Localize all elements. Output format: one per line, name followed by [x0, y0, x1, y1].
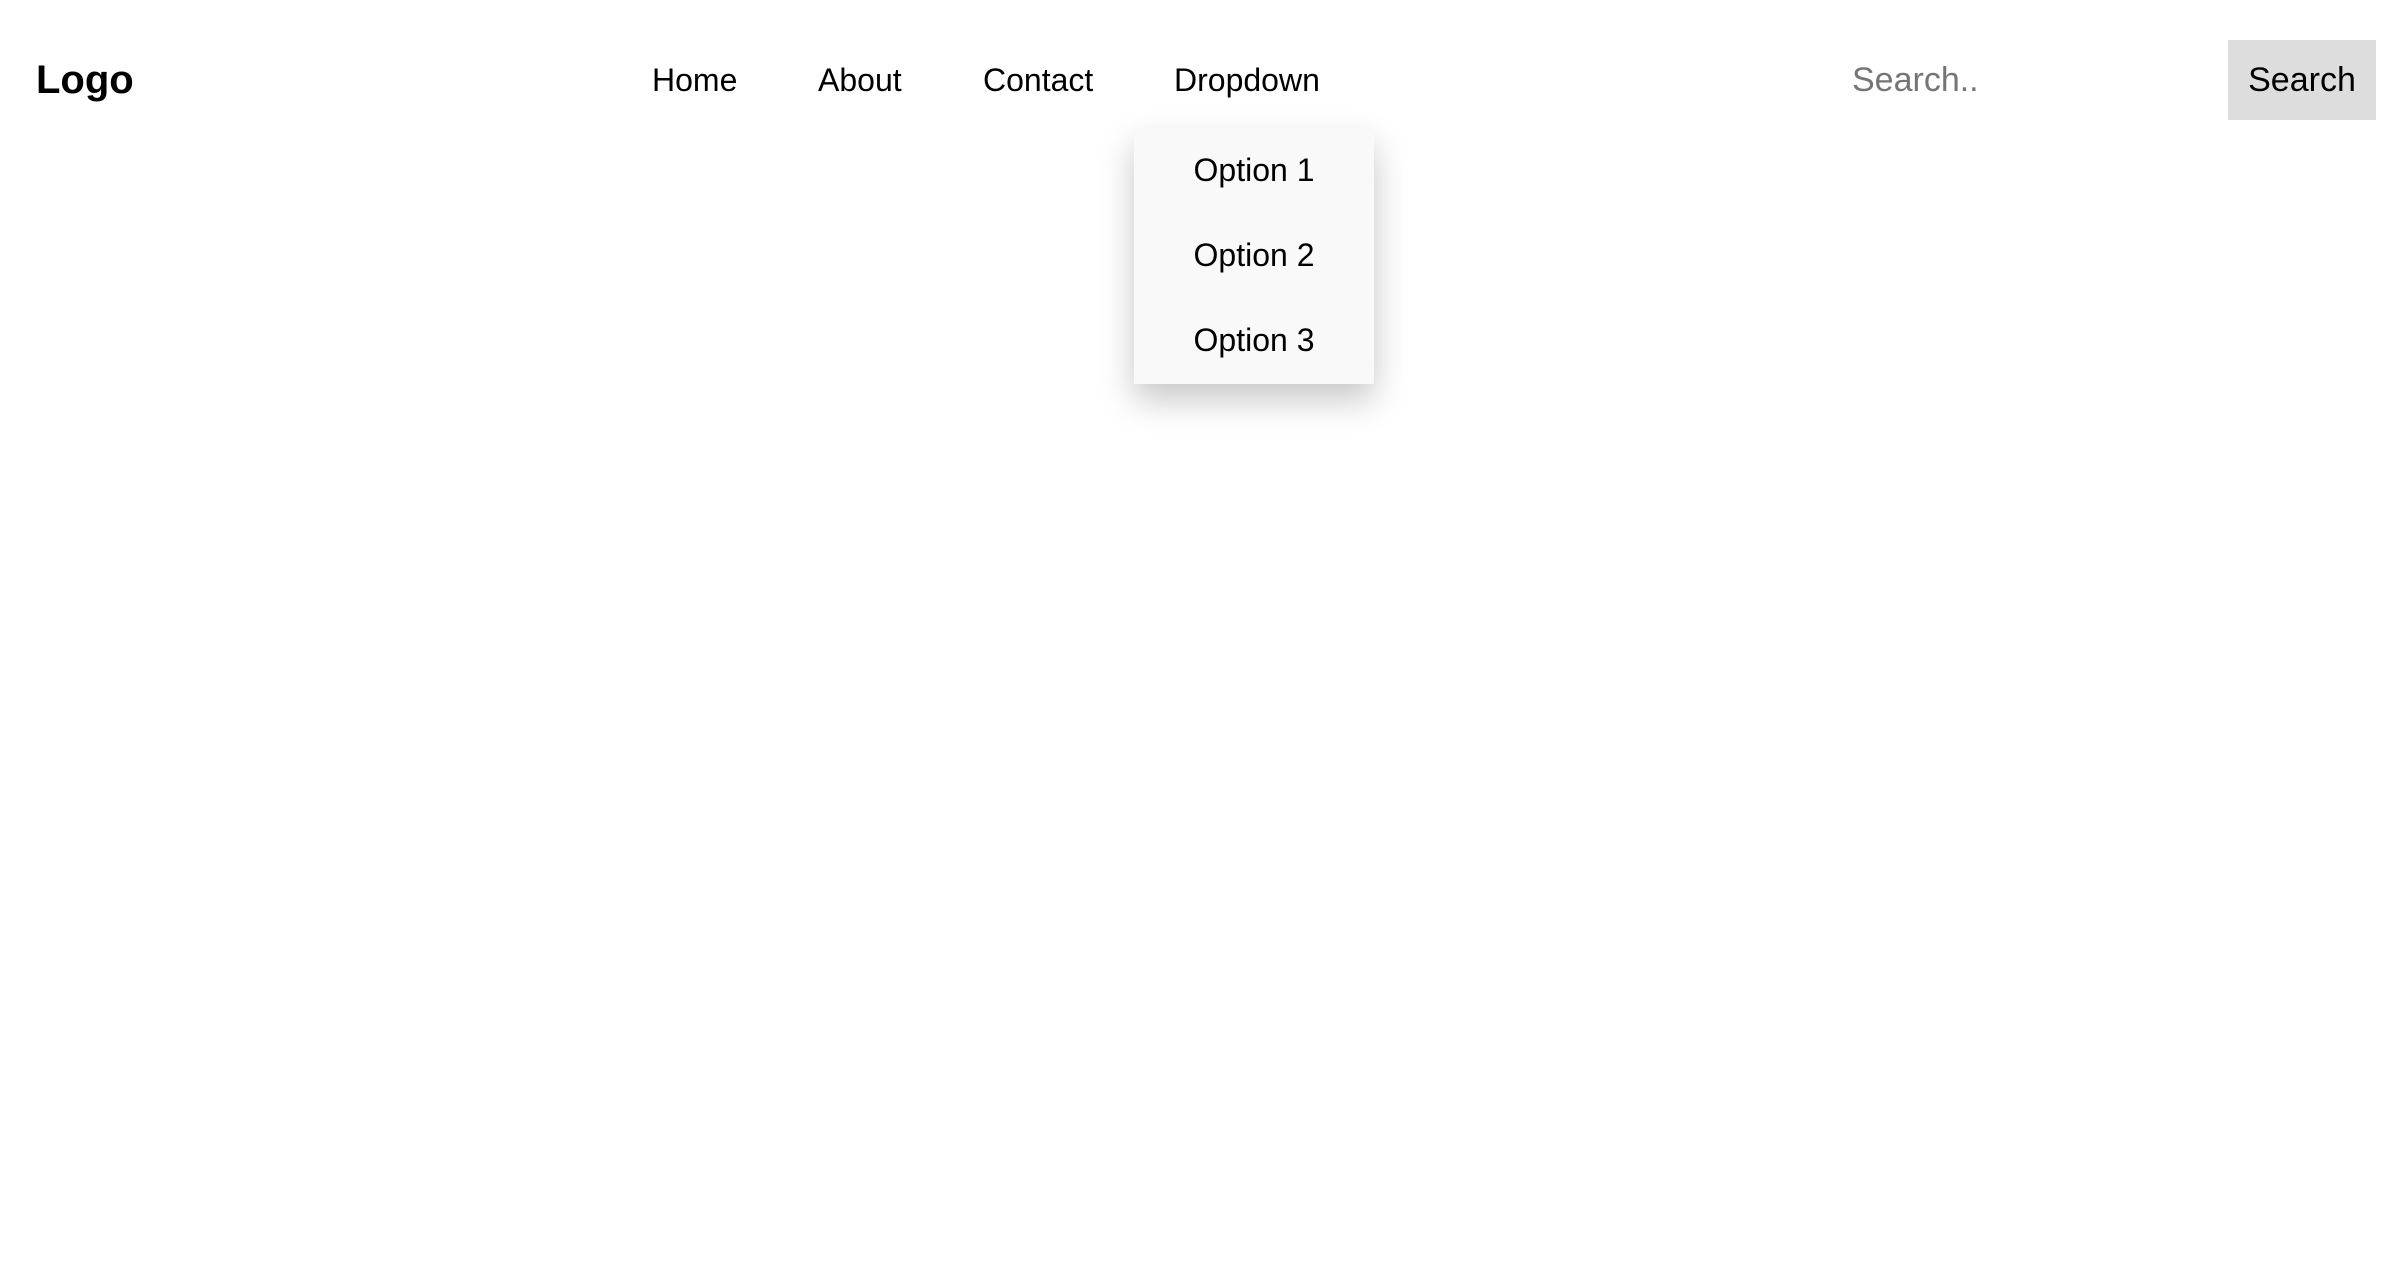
nav-link-home[interactable]: Home: [652, 52, 737, 108]
search-input[interactable]: [1836, 40, 2228, 120]
dropdown-menu: Option 1 Option 2 Option 3: [1134, 128, 1374, 384]
dropdown-option-1[interactable]: Option 1: [1134, 128, 1374, 213]
search-button[interactable]: Search: [2228, 40, 2376, 120]
nav-link-contact[interactable]: Contact: [983, 52, 1093, 108]
dropdown-option-2[interactable]: Option 2: [1134, 213, 1374, 298]
nav-dropdown-toggle[interactable]: Dropdown: [1174, 52, 1320, 108]
dropdown-option-3[interactable]: Option 3: [1134, 298, 1374, 383]
nav-link-about[interactable]: About: [818, 52, 902, 108]
logo[interactable]: Logo: [36, 52, 134, 108]
